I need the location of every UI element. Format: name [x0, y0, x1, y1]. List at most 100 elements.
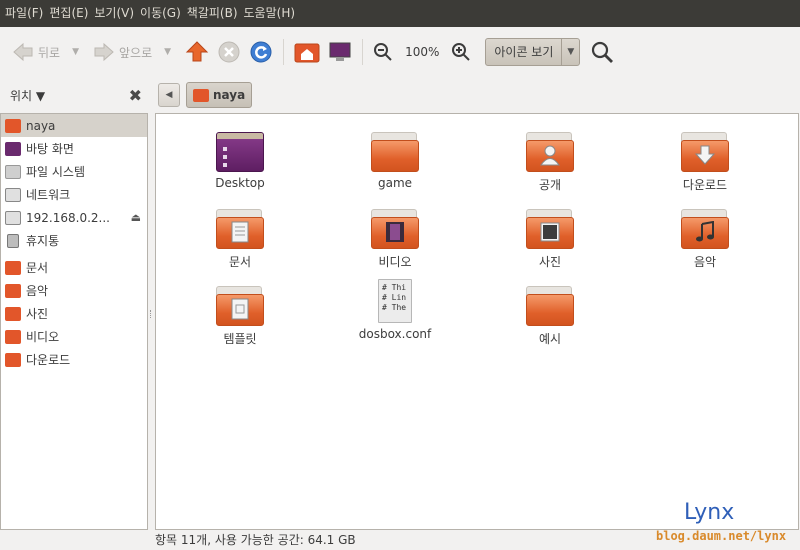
zoom-level[interactable]: 100%: [405, 45, 439, 59]
file-item-examples[interactable]: 예시: [480, 286, 620, 347]
menu-file[interactable]: 파일(F): [4, 0, 48, 27]
sidebar-item-documents[interactable]: 문서: [1, 256, 147, 279]
pane-resize-handle[interactable]: [150, 310, 153, 318]
sidebar-item-videos[interactable]: 비디오: [1, 325, 147, 348]
back-label: 뒤로: [38, 45, 61, 60]
home-button[interactable]: [290, 36, 324, 68]
back-button[interactable]: 뒤로: [8, 36, 64, 68]
forward-arrow-icon: [94, 42, 114, 62]
breadcrumb-home[interactable]: naya: [186, 82, 253, 108]
file-item-label: 공개: [538, 178, 562, 192]
menu-bookmarks[interactable]: 책갈피(B): [186, 0, 243, 27]
file-item-downloads[interactable]: 다운로드: [635, 132, 775, 193]
music-folder-icon: [5, 283, 21, 298]
sidebar-item-network[interactable]: 네트워크: [1, 183, 147, 206]
zoom-in-button[interactable]: [447, 36, 475, 68]
downloads-folder-icon: [5, 352, 21, 367]
view-mode-label: 아이콘 보기: [494, 45, 554, 59]
forward-history-dropdown[interactable]: ▼: [164, 47, 171, 57]
sidebar-item-pictures[interactable]: 사진: [1, 302, 147, 325]
documents-folder-icon: [216, 209, 264, 249]
home-folder-icon: [193, 88, 209, 102]
path-left-arrow-icon[interactable]: ◀: [158, 83, 180, 107]
file-item-game[interactable]: game: [325, 132, 465, 190]
sidebar-item-label: 바탕 화면: [26, 142, 74, 156]
view-mode-select[interactable]: 아이콘 보기 ▼: [485, 38, 581, 66]
file-item-videos[interactable]: 비디오: [325, 209, 465, 270]
file-item-documents[interactable]: 문서: [170, 209, 310, 270]
file-item-label: 예시: [538, 332, 562, 346]
music-folder-icon: [681, 209, 729, 249]
videos-folder-icon: [5, 329, 21, 344]
eject-icon[interactable]: ⏏: [131, 211, 141, 224]
file-item-desktop[interactable]: Desktop: [170, 132, 310, 190]
reload-button[interactable]: [245, 36, 277, 68]
file-item-label: game: [377, 176, 413, 190]
sidebar-item-label: 192.168.0.2...: [26, 210, 110, 225]
zoom-out-icon: [374, 43, 392, 61]
file-item-label: 사진: [538, 255, 562, 269]
file-item-label: Desktop: [215, 176, 265, 190]
text-file-icon: # Thi # Lin # The: [378, 279, 412, 323]
sidebar-item-trash[interactable]: 휴지통: [1, 229, 147, 252]
file-item-pictures[interactable]: 사진: [480, 209, 620, 270]
file-item-templates[interactable]: 템플릿: [170, 286, 310, 347]
watermark-name: Lynx: [684, 500, 735, 525]
menu-edit[interactable]: 편집(E): [48, 0, 93, 27]
zoom-in-icon: [452, 43, 471, 61]
search-button[interactable]: [586, 36, 618, 68]
sidebar-item-label: 휴지통: [26, 234, 60, 248]
file-item-dosbox-conf[interactable]: # Thi # Lin # The dosbox.conf: [325, 279, 465, 341]
home-folder-icon: [294, 43, 320, 63]
file-item-label: 다운로드: [682, 178, 728, 192]
documents-folder-icon: [5, 260, 21, 275]
sidebar-item-home[interactable]: naya: [1, 114, 147, 137]
back-history-dropdown[interactable]: ▼: [72, 47, 79, 57]
sidebar-item-desktop[interactable]: 바탕 화면: [1, 137, 147, 160]
sidebar-item-label: 비디오: [26, 330, 60, 344]
side-pane-header: 위치 ▼ ✖: [0, 80, 150, 110]
menu-view[interactable]: 보기(V): [93, 0, 139, 27]
templates-folder-icon: [216, 286, 264, 326]
sidebar-item-downloads[interactable]: 다운로드: [1, 348, 147, 371]
forward-label: 앞으로: [119, 45, 153, 60]
reload-icon: [250, 41, 272, 63]
up-button[interactable]: [181, 36, 213, 68]
file-view: Desktop game 공개 다운로드 문서 비디오 사진 음악 템플릿 # …: [155, 113, 799, 530]
back-arrow-icon: [13, 42, 33, 62]
chevron-down-icon: ▼: [561, 39, 579, 65]
file-item-label: 비디오: [378, 255, 412, 269]
sidebar-item-label: 문서: [26, 261, 49, 275]
toolbar-separator: [283, 39, 285, 65]
stop-icon: [218, 41, 240, 63]
toolbar-separator: [362, 39, 364, 65]
sidebar-item-label: 음악: [26, 284, 49, 298]
zoom-out-button[interactable]: [369, 36, 397, 68]
public-folder-icon: [526, 132, 574, 172]
status-bar: 항목 11개, 사용 가능한 공간: 64.1 GB: [155, 533, 356, 547]
stop-button[interactable]: [213, 36, 245, 68]
menu-go[interactable]: 이동(G): [139, 0, 186, 27]
trash-icon: [7, 233, 19, 248]
close-side-pane-icon[interactable]: ✖: [129, 86, 142, 105]
sidebar-item-label: 다운로드: [26, 353, 71, 367]
home-folder-icon: [5, 118, 21, 133]
path-bar: ◀ naya: [158, 82, 253, 108]
desktop-icon: [5, 141, 21, 156]
file-item-public[interactable]: 공개: [480, 132, 620, 193]
places-sidebar: naya 바탕 화면 파일 시스템 네트워크 192.168.0.2... ⏏ …: [0, 113, 148, 530]
side-pane-type-select[interactable]: 위치 ▼: [10, 87, 45, 104]
pictures-folder-icon: [5, 306, 21, 321]
up-arrow-icon: [185, 41, 209, 62]
folder-icon: [526, 286, 574, 326]
menu-help[interactable]: 도움말(H): [243, 0, 301, 27]
sidebar-item-network-share[interactable]: 192.168.0.2... ⏏: [1, 206, 147, 229]
file-item-music[interactable]: 음악: [635, 209, 775, 270]
menubar: 파일(F) 편집(E) 보기(V) 이동(G) 책갈피(B) 도움말(H): [0, 0, 800, 27]
computer-button[interactable]: [324, 36, 356, 68]
file-item-label: dosbox.conf: [358, 327, 432, 341]
breadcrumb-label: naya: [213, 88, 246, 102]
sidebar-item-music[interactable]: 음악: [1, 279, 147, 302]
sidebar-item-filesystem[interactable]: 파일 시스템: [1, 160, 147, 183]
forward-button[interactable]: 앞으로: [89, 36, 156, 68]
